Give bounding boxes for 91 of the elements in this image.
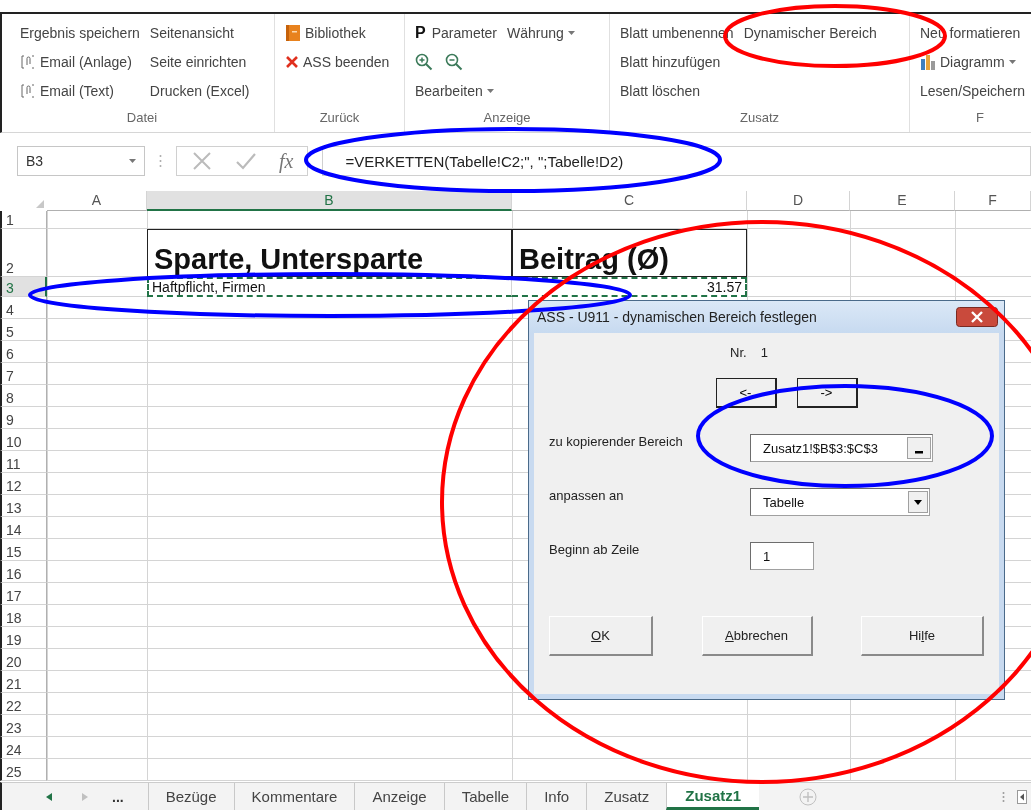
row-header[interactable]: 7 [0, 363, 47, 385]
ribbon-button[interactable]: Diagramm [920, 52, 1016, 71]
row-header[interactable]: 13 [0, 495, 47, 517]
table-cell: Haftpflicht, Firmen [147, 277, 512, 297]
sheet-tab[interactable]: Bezüge [147, 783, 234, 810]
bar-chart-icon [920, 52, 936, 71]
row-header[interactable]: 11 [0, 451, 47, 473]
row-header[interactable]: 8 [0, 385, 47, 407]
row-header[interactable]: 23 [0, 715, 47, 737]
ribbon-button[interactable]: Email (Anlage) [20, 53, 132, 70]
dialog-title: ASS - U911 - dynamischen Bereich festlegen [537, 309, 817, 325]
more-sheets-button[interactable]: ... [112, 788, 124, 805]
column-title-cell: Sparte, Untersparte [147, 229, 512, 277]
row-header[interactable]: 19 [0, 627, 47, 649]
range-field[interactable]: Zusatz1!$B$3:$C$3 [750, 434, 933, 462]
ribbon-icon-button[interactable] [445, 52, 463, 71]
row-header[interactable]: 1 [0, 211, 47, 229]
row-header[interactable]: 25 [0, 759, 47, 781]
caret-icon [129, 159, 136, 163]
ribbon-button[interactable]: Email (Text) [20, 82, 114, 99]
sheet-tab[interactable]: Tabelle [443, 783, 527, 810]
ribbon-button[interactable]: Lesen/Speichern [920, 82, 1026, 99]
row-header[interactable]: 3 [0, 277, 47, 297]
row-header[interactable]: 4 [0, 297, 47, 319]
row-header[interactable]: 24 [0, 737, 47, 759]
row-header[interactable]: 16 [0, 561, 47, 583]
row-header[interactable]: 20 [0, 649, 47, 671]
ribbon-button[interactable]: Dynamischer Bereich [743, 24, 877, 41]
field-label: zu kopierender Bereich [549, 434, 684, 449]
ribbon-button[interactable]: Blatt hinzufügen [620, 53, 721, 70]
ribbon-button[interactable]: ASS beenden [285, 53, 390, 70]
column-header[interactable]: A [47, 191, 147, 211]
row-header[interactable]: 17 [0, 583, 47, 605]
ribbon-group-label: Anzeige [482, 110, 532, 127]
ribbon-group-label: Zusatz [739, 110, 780, 127]
ribbon-group-label: F [975, 110, 985, 127]
ribbon-button[interactable]: Blatt löschen [620, 82, 701, 99]
insert-function-button[interactable]: fx [279, 149, 294, 173]
ribbon-button[interactable]: Bearbeiten [415, 82, 494, 99]
dialog-button[interactable]: Hilfe [861, 616, 984, 656]
sheet-tab[interactable]: Info [526, 783, 587, 810]
column-header[interactable]: E [850, 191, 955, 211]
row-header[interactable]: 6 [0, 341, 47, 363]
ribbon-group-label: Datei [125, 110, 159, 127]
column-header[interactable]: C [512, 191, 747, 211]
zoom-out-icon [445, 52, 463, 71]
row-header[interactable]: 5 [0, 319, 47, 341]
grip-icon [1002, 790, 1005, 803]
column-header[interactable]: D [747, 191, 850, 211]
grip-icon [159, 154, 162, 168]
collapse-button-icon[interactable] [907, 437, 931, 459]
number-value: 1 [760, 345, 768, 360]
row-header[interactable]: 10 [0, 429, 47, 451]
dropdown-field[interactable]: Tabelle [750, 488, 930, 516]
ribbon-button[interactable]: Seite einrichten [149, 53, 247, 70]
dialog-button[interactable]: OK [549, 616, 653, 656]
ribbon-button[interactable]: Währung [507, 24, 575, 41]
row-header[interactable]: 21 [0, 671, 47, 693]
row-header[interactable]: 2 [0, 229, 47, 277]
ribbon-button[interactable]: Seitenansicht [149, 24, 234, 41]
check-icon[interactable] [235, 151, 257, 171]
scroll-left-button-icon[interactable] [1017, 789, 1027, 804]
column-header[interactable]: B [147, 191, 512, 211]
ribbon-button[interactable]: Drucken (Excel) [149, 82, 250, 99]
ribbon-group-label: Zurück [318, 110, 361, 127]
input-field[interactable]: 1 [750, 542, 814, 570]
ribbon-button[interactable]: Bibliothek [285, 23, 366, 42]
ribbon-icon-button[interactable] [415, 52, 433, 71]
sheet-tab[interactable]: Anzeige [354, 783, 444, 810]
ribbon-button[interactable]: P Parameter [415, 23, 498, 42]
dialog-button[interactable]: Abbrechen [701, 616, 813, 656]
ribbon-button[interactable]: Ergebnis speichern [20, 24, 140, 41]
row-header[interactable]: 18 [0, 605, 47, 627]
sheet-tab[interactable]: Kommentare [233, 783, 355, 810]
row-header[interactable]: 15 [0, 539, 47, 561]
scroll-left-icon[interactable] [46, 792, 52, 801]
row-header[interactable]: 9 [0, 407, 47, 429]
field-label: anpassen an [549, 488, 625, 503]
close-icon [285, 54, 299, 69]
sheet-tab[interactable]: Zusatz1 [666, 783, 760, 810]
close-icon[interactable] [956, 307, 998, 327]
book-icon [285, 23, 301, 42]
zoom-in-icon [415, 52, 433, 71]
column-header[interactable]: F [955, 191, 1031, 211]
row-header[interactable]: 12 [0, 473, 47, 495]
number-label: Nr. [730, 345, 747, 360]
name-box[interactable]: B3 [17, 146, 145, 176]
formula-field[interactable]: =VERKETTEN(Tabelle!C2;", ";Tabelle!D2) [322, 146, 1031, 176]
row-header[interactable]: 22 [0, 693, 47, 715]
row-header[interactable]: 14 [0, 517, 47, 539]
field-label: Beginn ab Zeile [549, 542, 641, 557]
